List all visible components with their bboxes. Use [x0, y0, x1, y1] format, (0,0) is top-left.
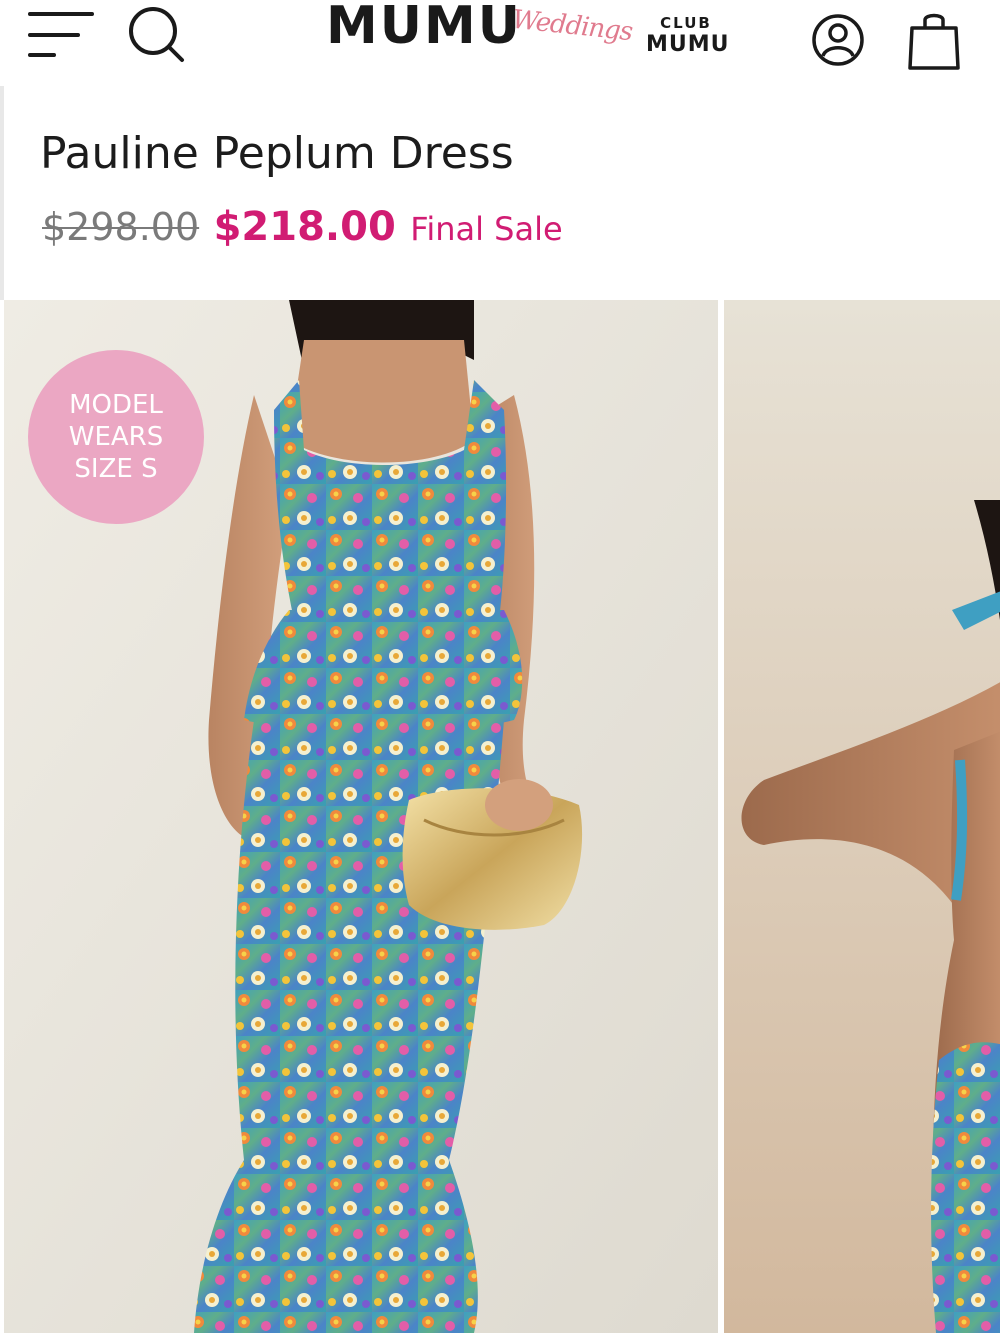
final-sale-label: Final Sale	[410, 210, 563, 248]
search-icon	[129, 7, 184, 62]
product-photo-side[interactable]	[724, 300, 1000, 1333]
club-label-bottom: MUMU	[646, 32, 730, 57]
sale-price: $218.00	[213, 204, 396, 250]
original-price: $298.00	[42, 205, 200, 249]
model-size-badge: MODEL WEARS SIZE S	[28, 350, 204, 524]
cart-button[interactable]	[904, 8, 964, 72]
product-photo-front[interactable]: MODEL WEARS SIZE S	[4, 300, 718, 1333]
club-label-top: CLUB	[660, 14, 712, 32]
shopping-bag-icon	[908, 13, 960, 70]
hamburger-menu-icon	[28, 12, 94, 57]
club-mumu-link[interactable]: CLUB MUMU	[646, 14, 730, 58]
menu-button[interactable]	[26, 8, 96, 60]
price-row: $298.00 $218.00 Final Sale	[42, 204, 563, 264]
account-button[interactable]	[810, 12, 866, 68]
product-info: Pauline Peplum Dress $298.00 $218.00 Fin…	[0, 86, 1000, 300]
product-image-gallery[interactable]: MODEL WEARS SIZE S	[0, 300, 1000, 1333]
badge-line-2: WEARS	[68, 422, 164, 452]
product-title: Pauline Peplum Dress	[40, 128, 514, 179]
badge-line-3: SIZE S	[74, 454, 158, 484]
logo-wordmark: MUMU	[326, 0, 522, 56]
search-button[interactable]	[124, 4, 188, 64]
logo-weddings-script: Weddings	[510, 4, 634, 48]
product-photo-side-image	[724, 300, 1000, 1333]
badge-line-1: MODEL	[69, 390, 163, 420]
account-icon	[812, 14, 864, 66]
site-header: MUMU Weddings CLUB MUMU	[0, 0, 1000, 86]
brand-logo[interactable]: MUMU Weddings	[326, 0, 636, 70]
